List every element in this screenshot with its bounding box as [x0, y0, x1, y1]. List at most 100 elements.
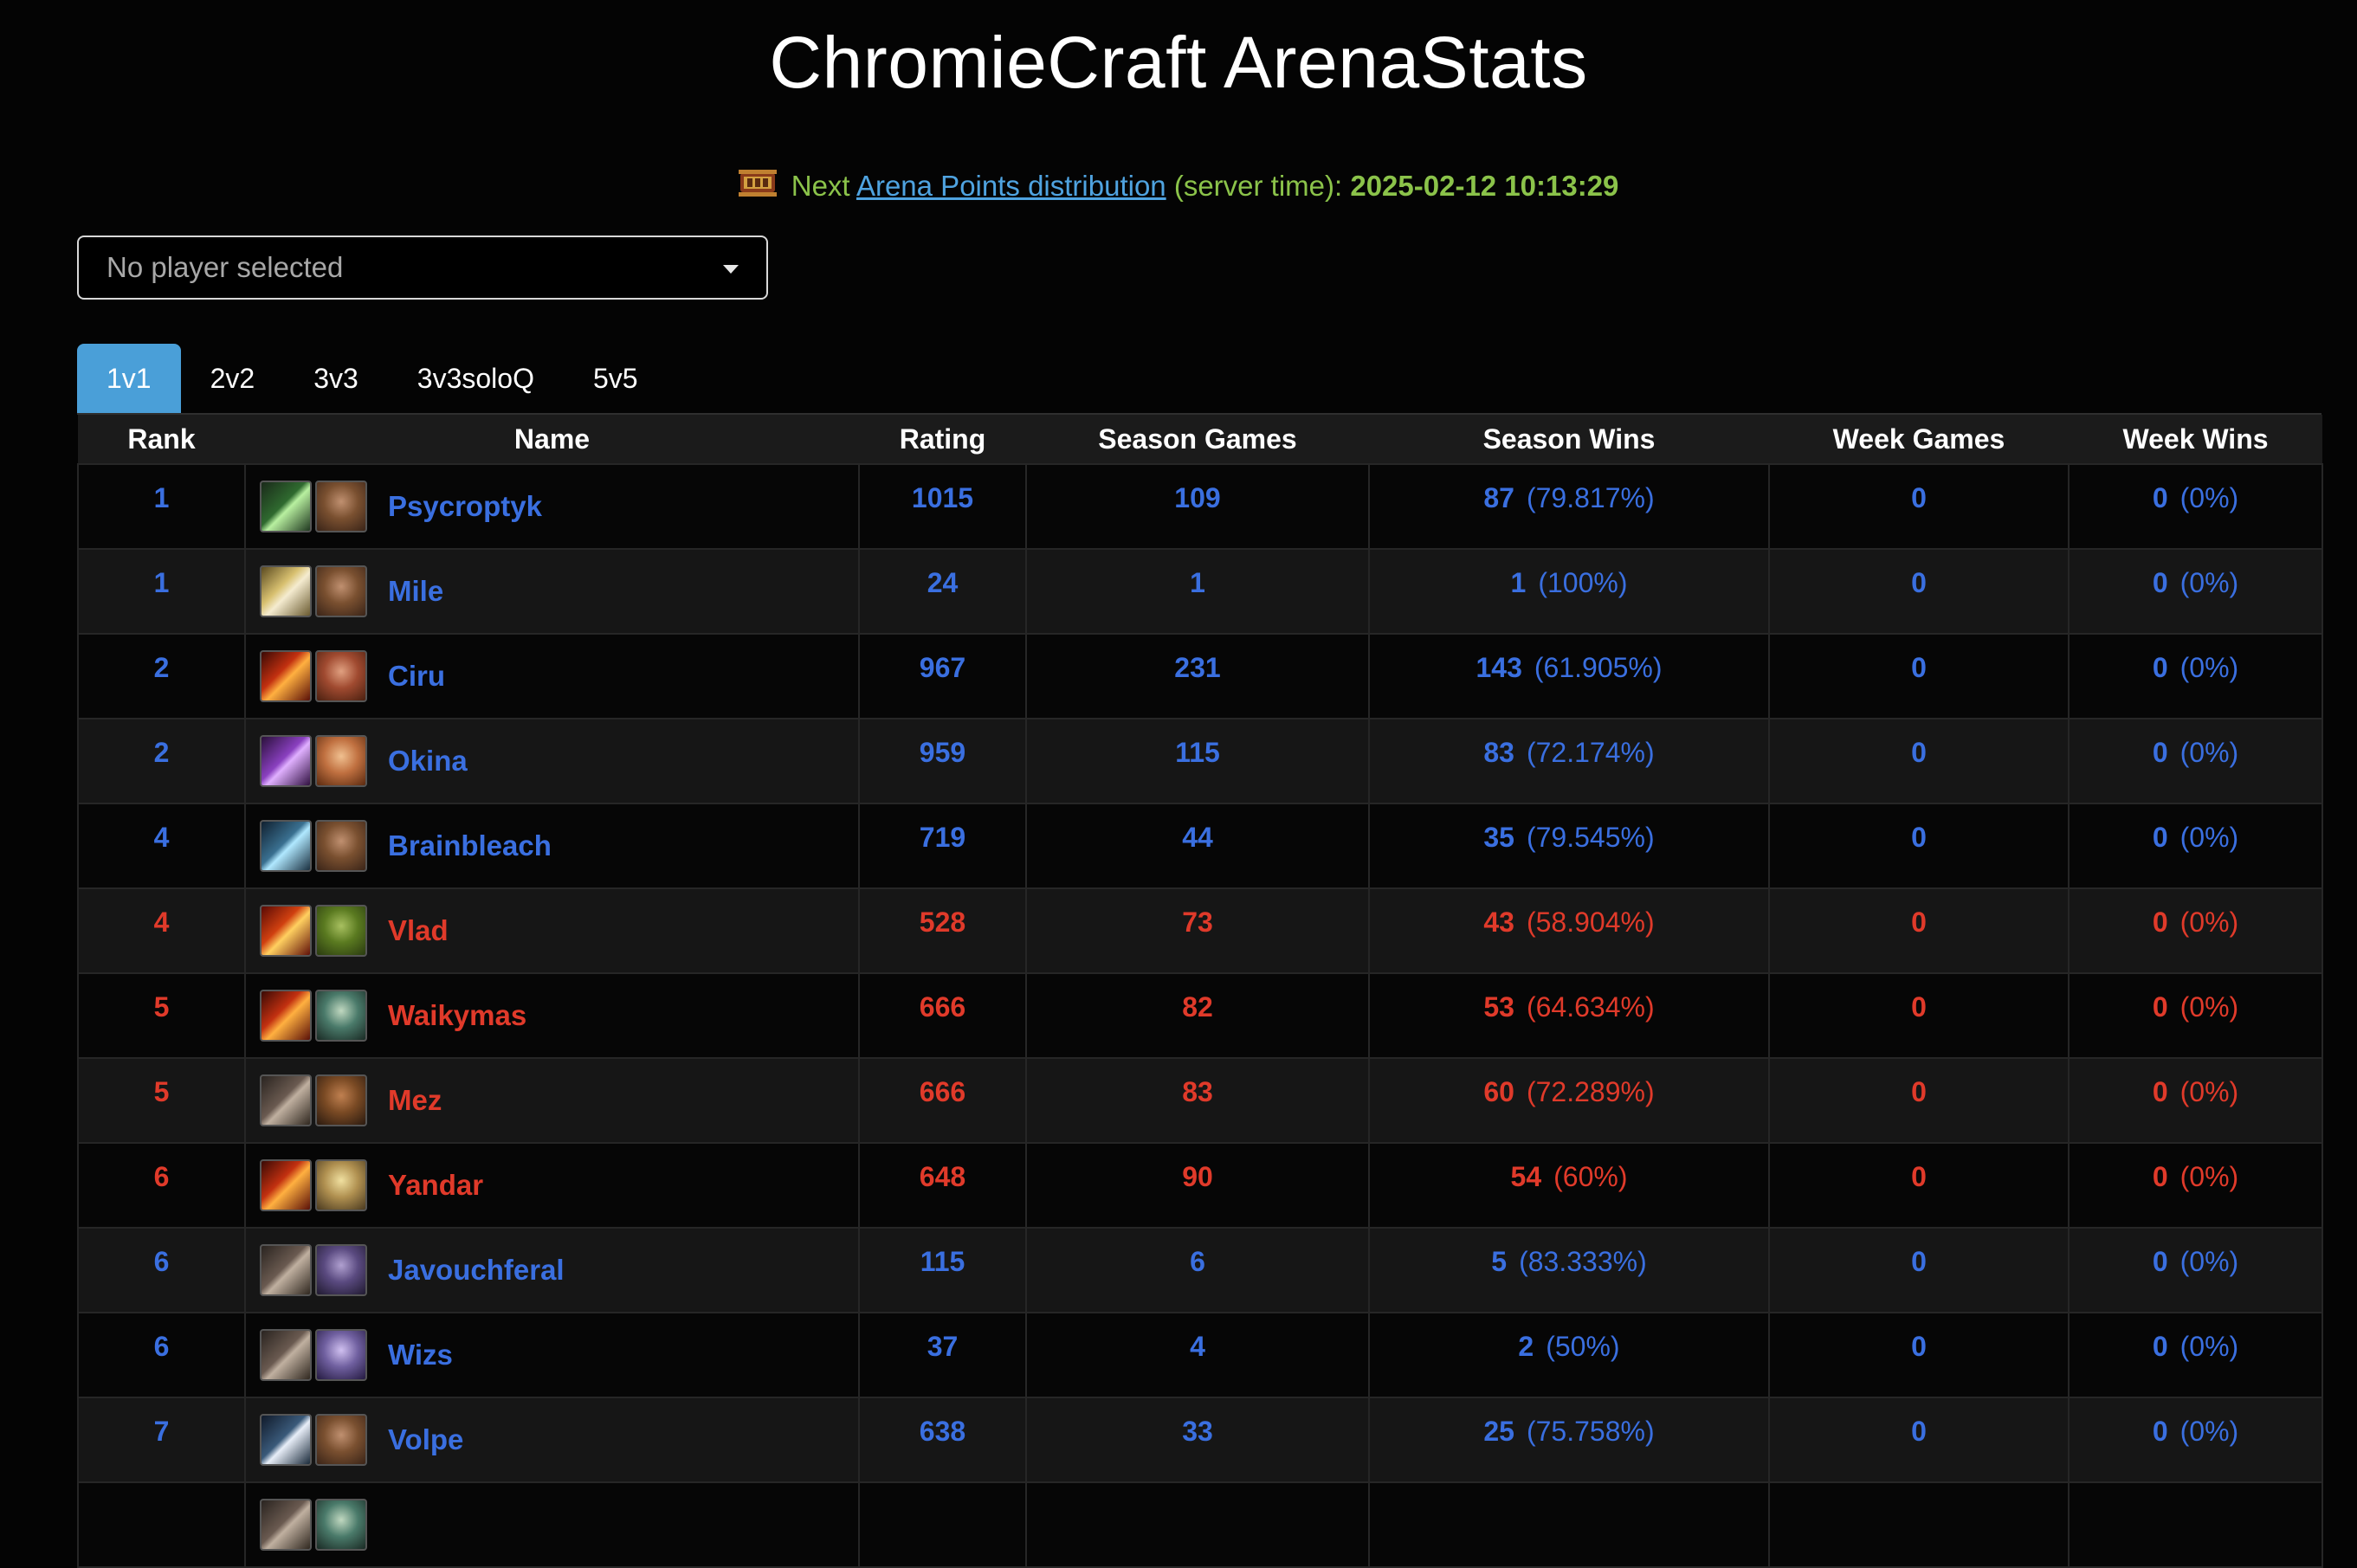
- player-name-link[interactable]: Psycroptyk: [388, 490, 542, 523]
- week-games-cell: 0: [1768, 1142, 2070, 1229]
- rating-cell: 528: [858, 887, 1027, 974]
- rating-cell: 719: [858, 803, 1027, 889]
- next-suffix: (server time):: [1173, 170, 1343, 202]
- table-row[interactable]: 6 Yandar 648 90 54 (60%) 0 0 (0%): [77, 1142, 2323, 1229]
- player-name-link[interactable]: Vlad: [388, 914, 449, 947]
- rank-cell: 1: [77, 463, 246, 550]
- week-wins-count: 0: [2152, 822, 2168, 853]
- player-name-link[interactable]: Waikymas: [388, 999, 526, 1032]
- player-name-link[interactable]: Mile: [388, 575, 443, 608]
- player-name-link[interactable]: Wizs: [388, 1339, 453, 1371]
- season-wins-percent: (79.545%): [1526, 822, 1655, 853]
- week-wins-count: 0: [2152, 482, 2168, 513]
- player-name-link[interactable]: Ciru: [388, 660, 445, 693]
- human-male-icon: [315, 565, 367, 617]
- week-wins-percent: (0%): [2179, 1246, 2239, 1277]
- week-wins-cell: 0 (0%): [2068, 1312, 2323, 1398]
- player-name-link[interactable]: Javouchferal: [388, 1254, 565, 1287]
- tab-2v2[interactable]: 2v2: [181, 344, 285, 413]
- table-row[interactable]: 1 Psycroptyk 1015 109 87 (79.817%) 0 0 (0%): [77, 463, 2323, 550]
- season-games-cell: 4: [1025, 1312, 1370, 1398]
- week-wins-count: 0: [2152, 567, 2168, 598]
- bracket-tabs: 1v1 2v2 3v3 3v3soloQ 5v5: [77, 344, 668, 413]
- table-row[interactable]: 5 Waikymas 666 82 53 (64.634%) 0 0 (0%): [77, 972, 2323, 1059]
- player-name-link[interactable]: Yandar: [388, 1169, 483, 1202]
- season-wins-percent: (100%): [1538, 567, 1628, 598]
- week-wins-cell: [2068, 1481, 2323, 1568]
- season-wins-count: 2: [1518, 1331, 1534, 1362]
- table-row[interactable]: 5 Mez 666 83 60 (72.289%) 0 0 (0%): [77, 1057, 2323, 1144]
- rating-cell: 967: [858, 633, 1027, 719]
- rating-cell: [858, 1481, 1027, 1568]
- rating-cell: 1015: [858, 463, 1027, 550]
- table-row[interactable]: 1 Mile 24 1 1 (100%) 0 0 (0%): [77, 548, 2323, 635]
- rank-cell: 5: [77, 1057, 246, 1144]
- orc-male-icon: [315, 905, 367, 957]
- week-wins-cell: 0 (0%): [2068, 718, 2323, 804]
- table-row[interactable]: 4 Brainbleach 719 44 35 (79.545%) 0 0 (0%): [77, 803, 2323, 889]
- rating-cell: 37: [858, 1312, 1027, 1398]
- player-name-box: Mile: [246, 565, 858, 617]
- name-cell: Volpe: [244, 1397, 860, 1483]
- tab-3v3[interactable]: 3v3: [284, 344, 388, 413]
- table-row[interactable]: 6 Wizs 37 4 2 (50%) 0 0 (0%): [77, 1312, 2323, 1398]
- rank-cell: 7: [77, 1397, 246, 1483]
- rating-cell: 959: [858, 718, 1027, 804]
- season-games-cell: 82: [1025, 972, 1370, 1059]
- undead-male-icon: [315, 990, 367, 1042]
- player-select[interactable]: No player selected: [77, 236, 768, 300]
- rank-cell: [77, 1481, 246, 1568]
- table-row[interactable]: 7 Volpe 638 33 25 (75.758%) 0 0 (0%): [77, 1397, 2323, 1483]
- player-name-box: Brainbleach: [246, 820, 858, 872]
- fel-rune-icon: [260, 905, 312, 957]
- player-select-placeholder: No player selected: [107, 251, 344, 283]
- table-row[interactable]: 2 Okina 959 115 83 (72.174%) 0 0 (0%): [77, 718, 2323, 804]
- season-wins-count: 43: [1483, 907, 1514, 938]
- season-wins-cell: 2 (50%): [1368, 1312, 1770, 1398]
- player-name-box: [246, 1499, 858, 1551]
- arena-points-distribution-link[interactable]: Arena Points distribution: [856, 170, 1166, 202]
- rank-cell: 6: [77, 1227, 246, 1313]
- table-row[interactable]: 6 Javouchferal 115 6 5 (83.333%) 0 0 (0%): [77, 1227, 2323, 1313]
- week-wins-percent: (0%): [2179, 991, 2239, 1023]
- sword-icon: [260, 1414, 312, 1466]
- week-wins-cell: 0 (0%): [2068, 887, 2323, 974]
- season-games-cell: 33: [1025, 1397, 1370, 1483]
- table-row[interactable]: [77, 1481, 2323, 1568]
- week-games-cell: 0: [1768, 887, 2070, 974]
- bear-claw-icon: [260, 1244, 312, 1296]
- season-wins-cell: 25 (75.758%): [1368, 1397, 1770, 1483]
- tab-5v5[interactable]: 5v5: [564, 344, 668, 413]
- season-wins-percent: (58.904%): [1526, 907, 1655, 938]
- season-games-cell: 115: [1025, 718, 1370, 804]
- table-row[interactable]: 2 Ciru 967 231 143 (61.905%) 0 0 (0%): [77, 633, 2323, 719]
- player-name-link[interactable]: Volpe: [388, 1423, 463, 1456]
- season-games-cell: 90: [1025, 1142, 1370, 1229]
- dwarf-male-icon: [315, 650, 367, 702]
- next-prefix: Next: [791, 170, 850, 202]
- week-wins-percent: (0%): [2179, 737, 2239, 768]
- season-wins-cell: [1368, 1481, 1770, 1568]
- season-wins-cell: 60 (72.289%): [1368, 1057, 1770, 1144]
- week-wins-count: 0: [2152, 907, 2168, 938]
- tab-3v3soloq[interactable]: 3v3soloQ: [388, 344, 564, 413]
- player-name-box: Volpe: [246, 1414, 858, 1466]
- player-name-link[interactable]: Mez: [388, 1084, 442, 1117]
- week-games-cell: 0: [1768, 803, 2070, 889]
- season-wins-cell: 1 (100%): [1368, 548, 1770, 635]
- name-cell: Waikymas: [244, 972, 860, 1059]
- week-wins-percent: (0%): [2179, 907, 2239, 938]
- season-wins-count: 53: [1483, 991, 1514, 1023]
- column-header-rating: Rating: [859, 415, 1026, 464]
- week-wins-cell: 0 (0%): [2068, 803, 2323, 889]
- player-name-link[interactable]: Brainbleach: [388, 829, 552, 862]
- season-wins-percent: (83.333%): [1519, 1246, 1647, 1277]
- season-wins-cell: 54 (60%): [1368, 1142, 1770, 1229]
- player-name-box: Wizs: [246, 1329, 858, 1381]
- rating-cell: 648: [858, 1142, 1027, 1229]
- nature-spear-icon: [260, 481, 312, 532]
- player-name-link[interactable]: Okina: [388, 745, 468, 778]
- table-row[interactable]: 4 Vlad 528 73 43 (58.904%) 0 0 (0%): [77, 887, 2323, 974]
- tab-1v1[interactable]: 1v1: [77, 344, 181, 413]
- season-wins-count: 54: [1510, 1161, 1542, 1192]
